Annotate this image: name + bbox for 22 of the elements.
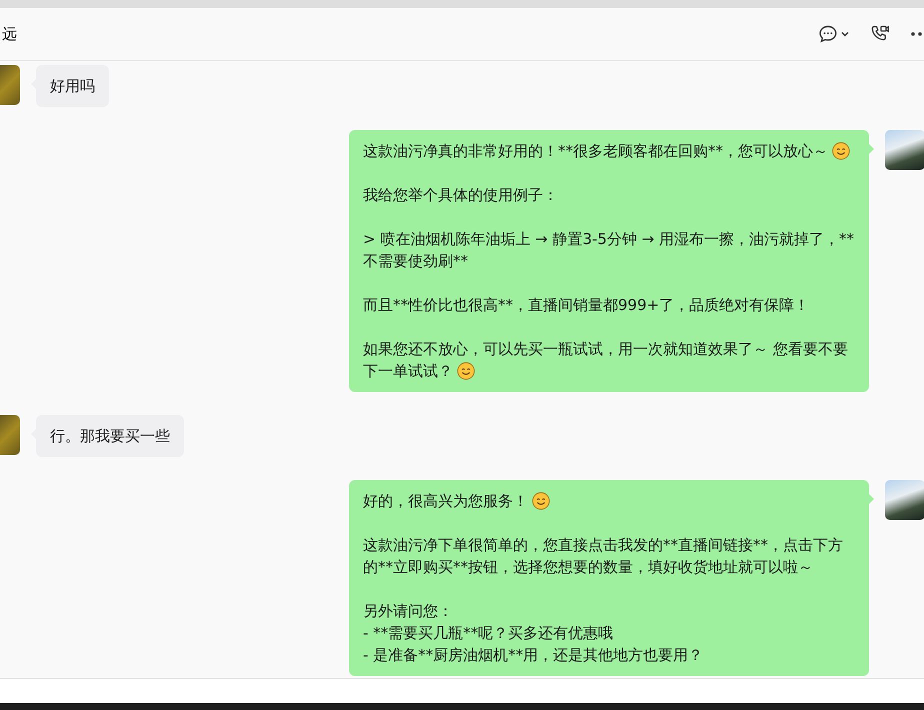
chat-title: 远 xyxy=(2,24,17,44)
message-text: 这款油污净下单很简单的，您直接点击我发的**直播间链接**，点击下方的**立即购买**按钮，选择您想要的数量，填好收货地址就可以啦～ xyxy=(363,535,844,578)
message-text: 行。那我要买一些 xyxy=(50,426,170,447)
message-text: 这款油污净真的非常好用的！**很多老顾客都在回购**，您可以放心～ xyxy=(363,140,855,162)
more-button[interactable] xyxy=(910,31,924,37)
message-text: 我给您举个具体的使用例子： xyxy=(363,185,559,206)
smiley-emoji-icon xyxy=(832,142,850,160)
chevron-down-icon xyxy=(840,29,850,39)
message-input-field[interactable] xyxy=(0,678,924,703)
more-dots-icon xyxy=(910,31,924,37)
message-text: 好的，很高兴为您服务！ xyxy=(363,490,855,512)
message-text: 好用吗 xyxy=(50,76,95,97)
smiley-emoji-icon xyxy=(532,492,550,510)
message-text: > 喷在油烟机陈年油垢上 → 静置3-5分钟 → 用湿布一擦，油污就掉了，**不需要使劲刷** xyxy=(363,229,855,272)
chat-options-button[interactable] xyxy=(818,24,850,44)
message-text: 而且**性价比也很高**，直播间销量都999+了，品质绝对有保障！ xyxy=(363,295,810,316)
message-text: 另外请问您： - **需要买几瓶**呢？买多还有优惠哦 - 是准备**厨房油烟机**用，还是其他地方也要用？ xyxy=(363,601,704,666)
smiley-emoji-icon xyxy=(457,362,475,380)
avatar-photo-placeholder xyxy=(885,480,924,520)
message-text: 如果您还不放心，可以先买一瓶试试，用一次就知道效果了～ 您看要不要下一单试试？ xyxy=(363,339,849,382)
chat-bubble-icon xyxy=(818,24,838,44)
avatar-photo-placeholder xyxy=(885,130,924,170)
